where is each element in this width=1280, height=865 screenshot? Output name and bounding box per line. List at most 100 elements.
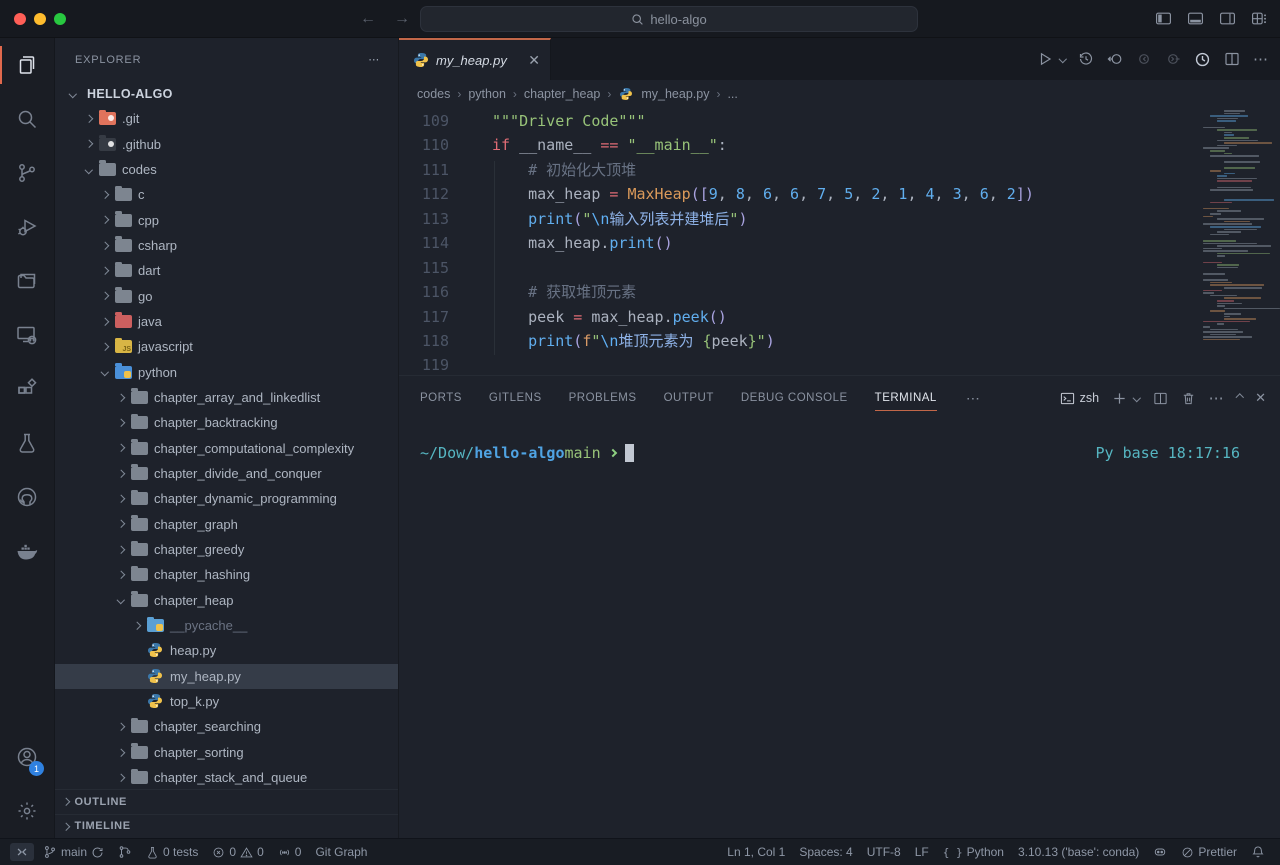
- close-panel-icon[interactable]: ✕: [1255, 390, 1266, 406]
- tree-item-go[interactable]: go: [55, 283, 398, 308]
- panel-tab-problems[interactable]: PROBLEMS: [569, 376, 637, 420]
- open-changes-icon[interactable]: [1107, 51, 1123, 67]
- tree-item-top_k.py[interactable]: top_k.py: [55, 689, 398, 714]
- tree-item-chapter_heap[interactable]: chapter_heap: [55, 588, 398, 613]
- toggle-secondary-sidebar-icon[interactable]: [1219, 10, 1236, 27]
- tree-item-dart[interactable]: dart: [55, 258, 398, 283]
- tab-my-heap-py[interactable]: my_heap.py ✕: [399, 38, 551, 80]
- tree-item-csharp[interactable]: csharp: [55, 233, 398, 258]
- eol-sequence[interactable]: LF: [910, 843, 934, 861]
- remote-indicator[interactable]: [10, 843, 34, 861]
- terminal-launch-chevron-icon[interactable]: [1133, 394, 1141, 402]
- close-window-button[interactable]: [14, 13, 26, 25]
- tree-item-chapter_searching[interactable]: chapter_searching: [55, 714, 398, 739]
- previous-change-icon[interactable]: [1136, 51, 1152, 67]
- activity-accounts-icon[interactable]: 1: [0, 730, 54, 784]
- git-graph-button[interactable]: Git Graph: [310, 843, 372, 861]
- tree-item-c[interactable]: c: [55, 182, 398, 207]
- activity-docker-icon[interactable]: [0, 524, 54, 578]
- tree-item-chapter_hashing[interactable]: chapter_hashing: [55, 562, 398, 587]
- activity-folder-explorer-icon[interactable]: [0, 254, 54, 308]
- timeline-history-icon[interactable]: [1078, 51, 1094, 67]
- split-terminal-icon[interactable]: [1153, 391, 1168, 406]
- activity-search-icon[interactable]: [0, 92, 54, 146]
- tree-item-.git[interactable]: .git: [55, 106, 398, 131]
- tree-item-chapter_graph[interactable]: chapter_graph: [55, 512, 398, 537]
- language-mode[interactable]: { } Python: [938, 843, 1009, 861]
- new-terminal-icon[interactable]: [1112, 391, 1127, 406]
- tree-item-chapter_divide_and_conquer[interactable]: chapter_divide_and_conquer: [55, 461, 398, 486]
- run-python-file-icon[interactable]: [1037, 51, 1053, 67]
- activity-run-debug-icon[interactable]: [0, 200, 54, 254]
- tree-item-java[interactable]: java: [55, 309, 398, 334]
- panel-tab-ports[interactable]: PORTS: [420, 376, 462, 420]
- git-branch-indicator[interactable]: main: [38, 843, 109, 861]
- activity-explorer-icon[interactable]: [0, 38, 54, 92]
- editor-more-actions-icon[interactable]: ⋯: [1253, 50, 1268, 68]
- panel-more-actions-icon[interactable]: ⋯: [1209, 389, 1224, 407]
- activity-github-icon[interactable]: [0, 470, 54, 524]
- tree-item-heap.py[interactable]: heap.py: [55, 638, 398, 663]
- panel-tab-terminal[interactable]: TERMINAL: [875, 376, 937, 420]
- tree-item-chapter_sorting[interactable]: chapter_sorting: [55, 740, 398, 765]
- tree-root-hello-algo[interactable]: HELLO-ALGO: [55, 81, 398, 106]
- tree-item-my_heap.py[interactable]: my_heap.py: [55, 664, 398, 689]
- tree-item-chapter_stack_and_queue[interactable]: chapter_stack_and_queue: [55, 765, 398, 789]
- toggle-sidebar-icon[interactable]: [1155, 10, 1172, 27]
- cursor-position[interactable]: Ln 1, Col 1: [722, 843, 790, 861]
- kill-terminal-trash-icon[interactable]: [1181, 391, 1196, 406]
- feedback-indicator[interactable]: 0: [273, 843, 307, 861]
- tree-item-cpp[interactable]: cpp: [55, 207, 398, 232]
- breadcrumb-item[interactable]: chapter_heap: [524, 87, 600, 101]
- tree-item-codes[interactable]: codes: [55, 157, 398, 182]
- breadcrumb-item[interactable]: my_heap.py: [641, 87, 709, 101]
- maximize-window-button[interactable]: [54, 13, 66, 25]
- minimize-window-button[interactable]: [34, 13, 46, 25]
- tree-item-.github[interactable]: .github: [55, 131, 398, 156]
- tree-item-chapter_array_and_linkedlist[interactable]: chapter_array_and_linkedlist: [55, 385, 398, 410]
- tests-indicator[interactable]: 0 tests: [141, 843, 203, 861]
- terminal[interactable]: ~/Dow/hello-algo main Py base 18:17:16: [399, 420, 1280, 838]
- indentation[interactable]: Spaces: 4: [794, 843, 857, 861]
- close-tab-icon[interactable]: ✕: [528, 52, 540, 69]
- history-forward-icon[interactable]: →: [394, 10, 410, 28]
- gitlens-file-history-icon[interactable]: [1194, 51, 1211, 68]
- history-back-icon[interactable]: ←: [360, 10, 376, 28]
- panel-more-tabs-icon[interactable]: ⋯: [966, 390, 980, 407]
- activity-testing-icon[interactable]: [0, 416, 54, 470]
- tree-item-__pycache__[interactable]: __pycache__: [55, 613, 398, 638]
- command-center-search[interactable]: hello-algo: [420, 6, 918, 32]
- encoding[interactable]: UTF-8: [862, 843, 906, 861]
- panel-tab-gitlens[interactable]: GITLENS: [489, 376, 542, 420]
- activity-extensions-icon[interactable]: [0, 362, 54, 416]
- outline-section[interactable]: OUTLINE: [55, 789, 398, 814]
- python-interpreter[interactable]: 3.10.13 ('base': conda): [1013, 843, 1144, 861]
- customize-layout-icon[interactable]: [1251, 10, 1268, 27]
- git-graph-branch-button[interactable]: [113, 843, 137, 861]
- tree-item-chapter_backtracking[interactable]: chapter_backtracking: [55, 410, 398, 435]
- breadcrumb-item[interactable]: ...: [727, 87, 737, 101]
- terminal-shell-selector[interactable]: zsh: [1060, 391, 1099, 406]
- run-options-chevron-icon[interactable]: [1058, 55, 1066, 63]
- panel-tab-debug-console[interactable]: DEBUG CONSOLE: [741, 376, 848, 420]
- explorer-more-actions-icon[interactable]: ⋯: [368, 53, 380, 66]
- panel-tab-output[interactable]: OUTPUT: [664, 376, 714, 420]
- tree-item-javascript[interactable]: javascript: [55, 334, 398, 359]
- tree-item-chapter_dynamic_programming[interactable]: chapter_dynamic_programming: [55, 486, 398, 511]
- tree-item-python[interactable]: python: [55, 359, 398, 384]
- notifications[interactable]: [1246, 843, 1270, 861]
- toggle-panel-icon[interactable]: [1187, 10, 1204, 27]
- minimap[interactable]: [1203, 110, 1275, 338]
- activity-source-control-icon[interactable]: [0, 146, 54, 200]
- copilot-status[interactable]: [1148, 843, 1172, 861]
- breadcrumb-item[interactable]: python: [468, 87, 506, 101]
- code-editor[interactable]: 109"""Driver Code"""110if __name__ == "_…: [399, 107, 1280, 375]
- tree-item-chapter_computational_complexity[interactable]: chapter_computational_complexity: [55, 435, 398, 460]
- tree-item-chapter_greedy[interactable]: chapter_greedy: [55, 537, 398, 562]
- next-change-icon[interactable]: [1165, 51, 1181, 67]
- breadcrumb-item[interactable]: codes: [417, 87, 450, 101]
- maximize-panel-icon[interactable]: [1235, 394, 1243, 402]
- split-editor-icon[interactable]: [1224, 51, 1240, 67]
- timeline-section[interactable]: TIMELINE: [55, 814, 398, 839]
- prettier-status[interactable]: Prettier: [1176, 843, 1242, 861]
